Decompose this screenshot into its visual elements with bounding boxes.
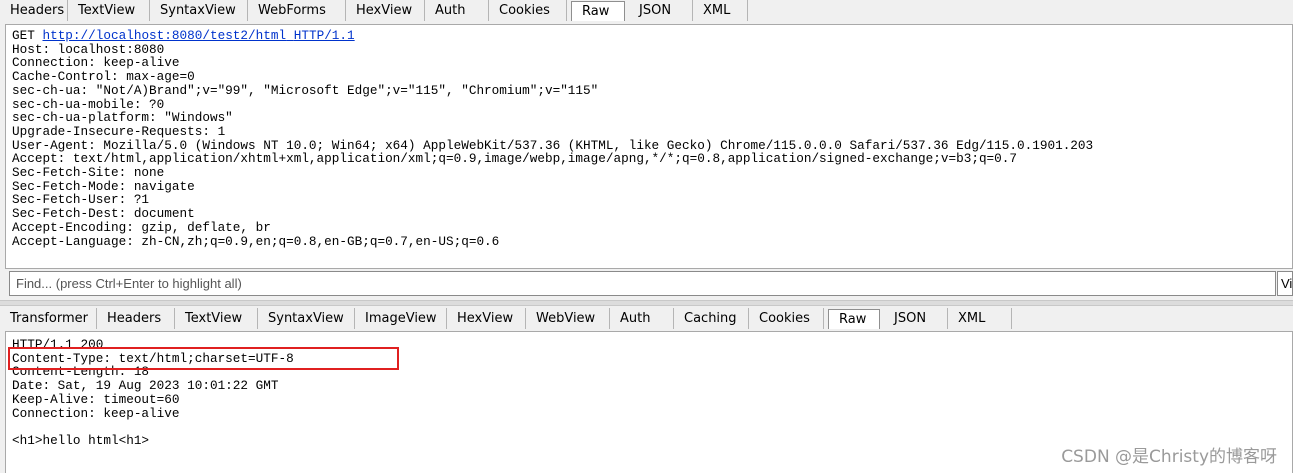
response-tab-textview[interactable]: TextView: [175, 308, 258, 329]
find-placeholder: Find... (press Ctrl+Enter to highlight a…: [16, 276, 242, 291]
content-type-highlight-box: [8, 347, 399, 370]
request-raw-view[interactable]: GET http://localhost:8080/test2/html HTT…: [5, 24, 1293, 269]
pane-splitter[interactable]: [0, 300, 1293, 306]
tab-label: Transformer: [10, 311, 89, 326]
tab-label: JSON: [639, 3, 672, 18]
response-tab-auth[interactable]: Auth: [610, 308, 674, 329]
tab-label: TextView: [185, 311, 243, 326]
tab-label: ImageView: [365, 311, 437, 326]
find-input[interactable]: Find... (press Ctrl+Enter to highlight a…: [9, 271, 1276, 296]
request-tab-cookies[interactable]: Cookies: [489, 0, 567, 21]
tab-label: XML: [958, 311, 986, 326]
response-tab-caching[interactable]: Caching: [674, 308, 749, 329]
request-tab-hexview[interactable]: HexView: [346, 0, 425, 21]
tab-label: WebForms: [258, 3, 326, 18]
request-tab-raw[interactable]: Raw: [571, 1, 625, 21]
response-tab-imageview[interactable]: ImageView: [355, 308, 447, 329]
view-in-notepad-label: View in Notepad: [1281, 276, 1293, 291]
response-tab-json[interactable]: JSON: [884, 308, 948, 329]
response-line: <h1>hello html<h1>: [12, 432, 150, 448]
tab-label: Headers: [10, 3, 65, 18]
request-tab-headers[interactable]: Headers: [0, 0, 68, 21]
response-tab-raw[interactable]: Raw: [828, 309, 880, 329]
response-tab-syntaxview[interactable]: SyntaxView: [258, 308, 355, 329]
tab-label: WebView: [536, 311, 596, 326]
request-tab-syntaxview[interactable]: SyntaxView: [150, 0, 248, 21]
tab-label: HexView: [457, 311, 514, 326]
request-tab-webforms[interactable]: WebForms: [248, 0, 346, 21]
request-header-line: Accept-Language: zh-CN,zh;q=0.9,en;q=0.8…: [12, 233, 500, 249]
request-tab-auth[interactable]: Auth: [425, 0, 489, 21]
request-tab-bar: Headers TextView SyntaxView WebForms Hex…: [0, 0, 760, 22]
tab-label: JSON: [894, 311, 927, 326]
tab-label: Headers: [107, 311, 162, 326]
request-protocol: HTTP/1.1: [293, 28, 355, 43]
response-tab-xml[interactable]: XML: [948, 308, 1012, 329]
tab-label: HexView: [356, 3, 413, 18]
tab-label: Auth: [435, 3, 466, 18]
response-tab-transformer[interactable]: Transformer: [0, 308, 97, 329]
response-tab-hexview[interactable]: HexView: [447, 308, 526, 329]
response-tab-webview[interactable]: WebView: [526, 308, 610, 329]
request-tab-xml[interactable]: XML: [693, 0, 748, 21]
tab-label: Raw: [839, 312, 867, 327]
request-tab-textview[interactable]: TextView: [68, 0, 150, 21]
request-tab-json[interactable]: JSON: [629, 0, 693, 21]
response-tab-bar: Transformer Headers TextView SyntaxView …: [0, 308, 1020, 330]
view-in-notepad-button[interactable]: View in Notepad: [1277, 271, 1293, 296]
tab-label: SyntaxView: [268, 311, 344, 326]
request-raw-text: GET http://localhost:8080/test2/html HTT…: [6, 25, 1292, 248]
response-tab-headers[interactable]: Headers: [97, 308, 175, 329]
tab-label: Auth: [620, 311, 651, 326]
csdn-watermark: CSDN @是Christy的博客呀: [1061, 447, 1277, 467]
response-line: Connection: keep-alive: [12, 405, 180, 421]
tab-label: Raw: [582, 4, 610, 19]
tab-label: Caching: [684, 311, 737, 326]
tab-label: Cookies: [499, 3, 550, 18]
response-tab-cookies[interactable]: Cookies: [749, 308, 824, 329]
tab-label: Cookies: [759, 311, 810, 326]
tab-label: XML: [703, 3, 731, 18]
tab-label: TextView: [78, 3, 136, 18]
tab-label: SyntaxView: [160, 3, 236, 18]
